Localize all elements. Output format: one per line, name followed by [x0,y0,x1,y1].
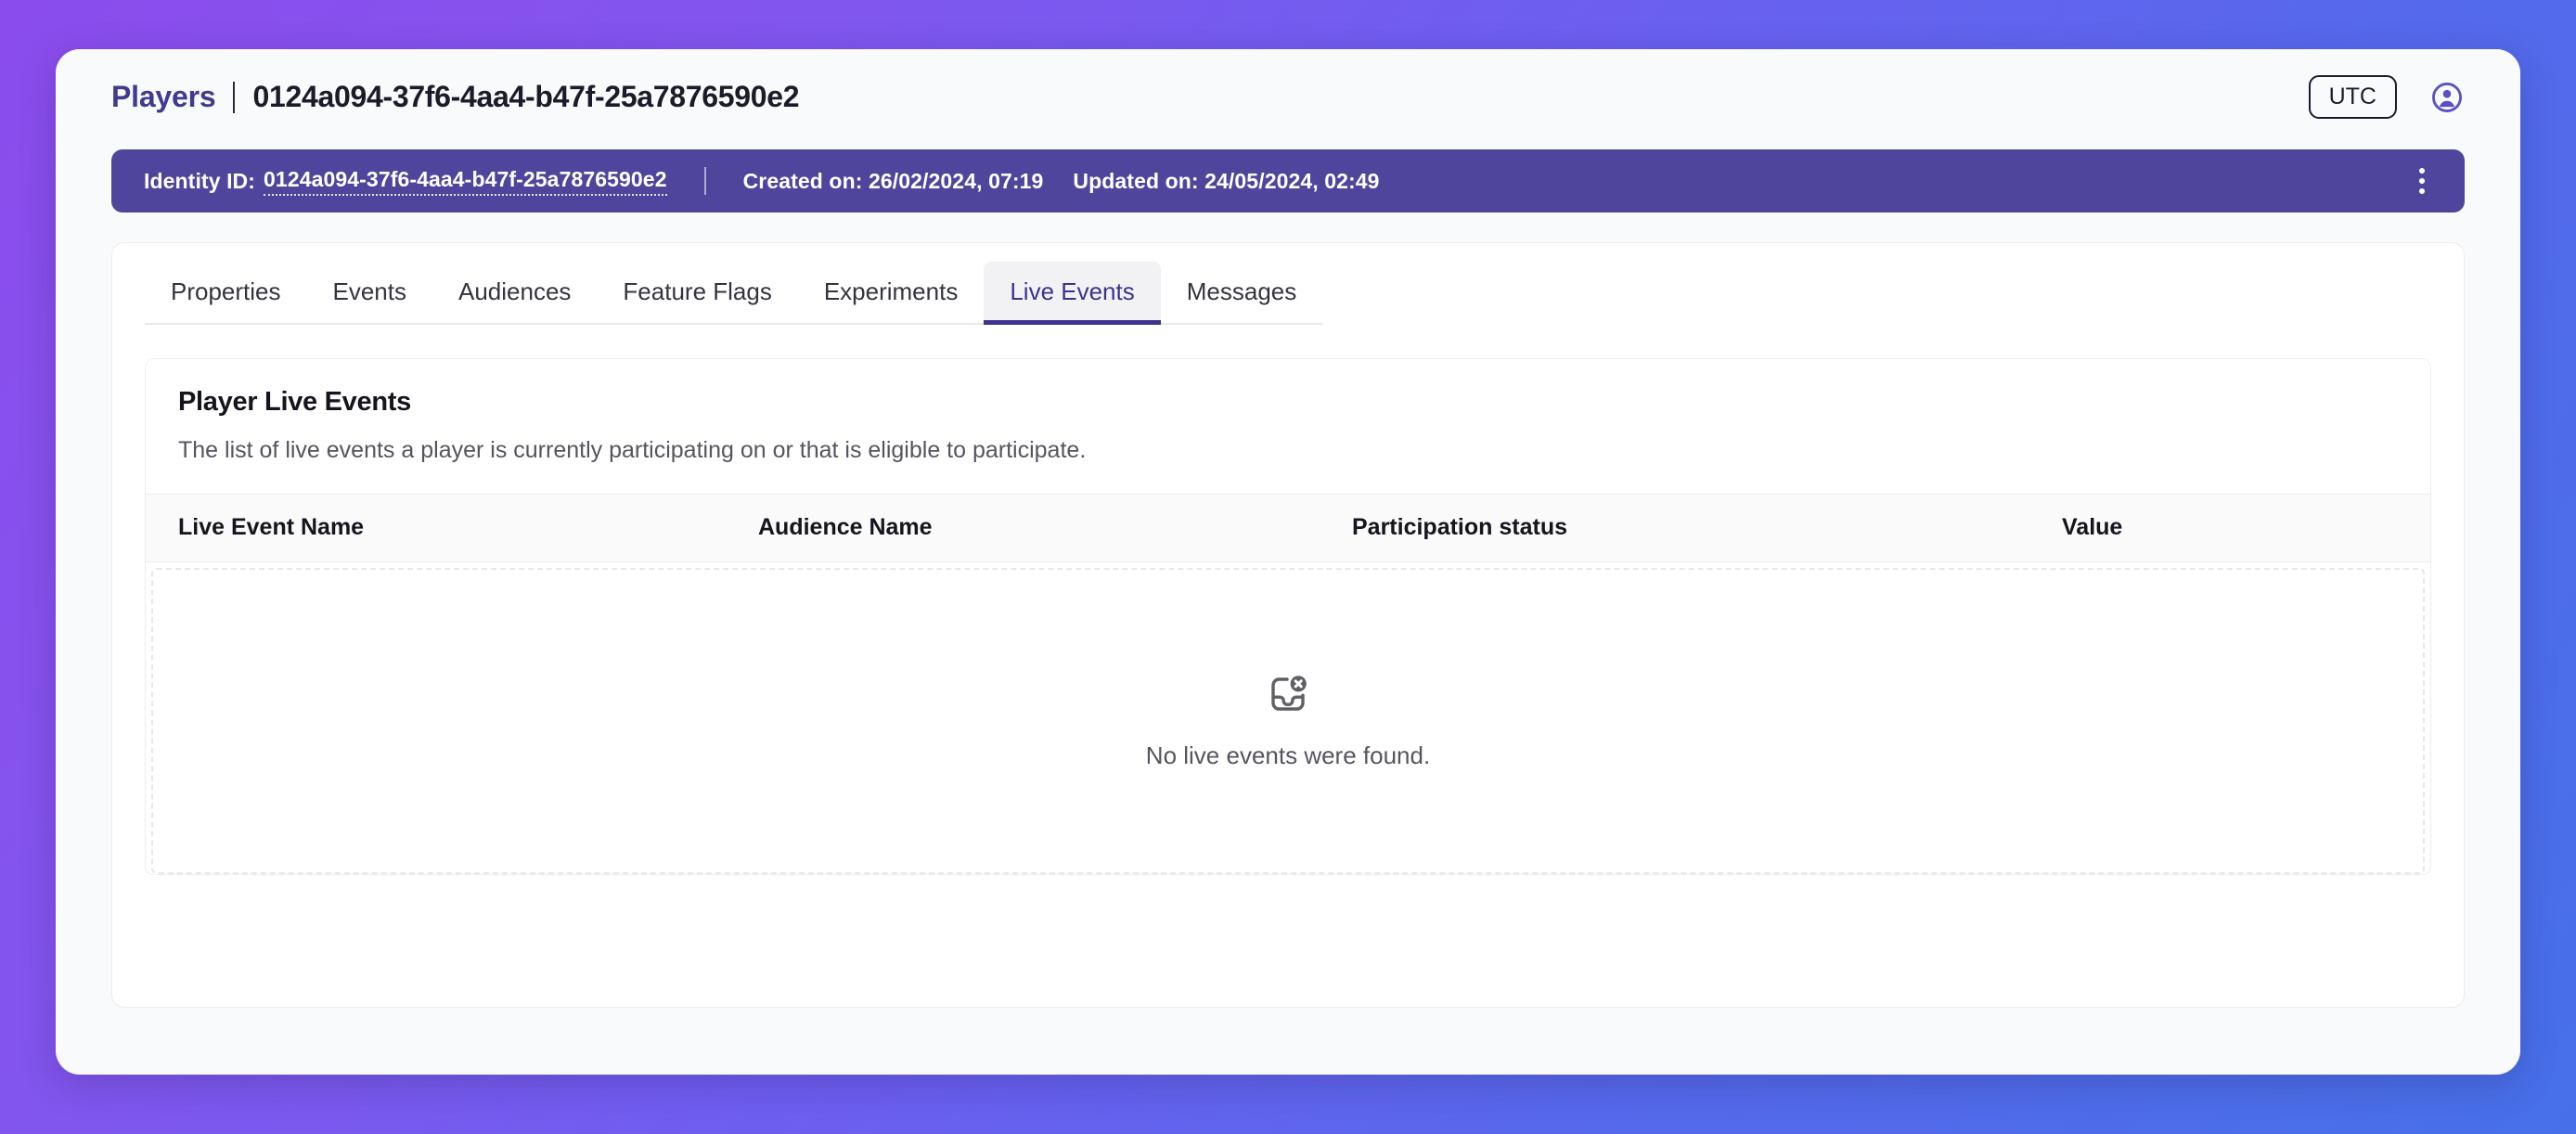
breadcrumb-current-id: 0124a094-37f6-4aa4-b47f-25a7876590e2 [252,80,800,113]
user-circle-icon[interactable] [2429,80,2465,115]
player-live-events-card: Player Live Events The list of live even… [145,358,2431,875]
timezone-button[interactable]: UTC [2308,74,2397,120]
card-header: Player Live Events The list of live even… [146,359,2430,494]
updated-on-text: Updated on: 24/05/2024, 02:49 [1073,168,1380,193]
tab-messages[interactable]: Messages [1160,262,1323,325]
tab-bar: Properties Events Audiences Feature Flag… [112,243,2464,325]
column-header-value: Value [2062,514,2123,540]
empty-state: No live events were found. [151,568,2425,874]
breadcrumb-separator [233,81,236,113]
column-header-live-event-name: Live Event Name [178,514,365,540]
identity-id-value[interactable]: 0124a094-37f6-4aa4-b47f-25a7876590e2 [264,167,667,196]
breadcrumb-players-link[interactable]: Players [111,80,216,114]
inbox-x-icon [1266,672,1310,716]
tab-audiences[interactable]: Audiences [432,262,598,325]
app-window: Players 0124a094-37f6-4aa4-b47f-25a78765… [56,49,2520,1075]
content-panel: Properties Events Audiences Feature Flag… [111,242,2465,1008]
column-header-participation-status: Participation status [1352,514,1567,540]
table-header-row: Live Event Name Audience Name Participat… [146,494,2430,562]
tab-properties[interactable]: Properties [145,262,307,325]
card-title: Player Live Events [178,387,411,417]
tab-events[interactable]: Events [306,262,432,325]
breadcrumb: Players 0124a094-37f6-4aa4-b47f-25a78765… [111,80,800,114]
card-subtitle: The list of live events a player is curr… [178,437,1087,463]
created-on-text: Created on: 26/02/2024, 07:19 [742,168,1044,193]
tab-feature-flags[interactable]: Feature Flags [597,262,798,325]
header-actions: UTC [2308,74,2465,120]
column-header-audience-name: Audience Name [758,514,933,540]
identity-banner: Identity ID: 0124a094-37f6-4aa4-b47f-25a… [111,149,2465,213]
tab-live-events[interactable]: Live Events [984,262,1161,325]
tab-experiments[interactable]: Experiments [797,262,985,325]
identity-id-label: Identity ID: [144,168,256,193]
page-header: Players 0124a094-37f6-4aa4-b47f-25a78765… [56,49,2520,145]
empty-state-message: No live events were found. [1145,741,1431,769]
kebab-menu-icon[interactable] [2402,161,2442,201]
banner-divider [703,167,706,195]
